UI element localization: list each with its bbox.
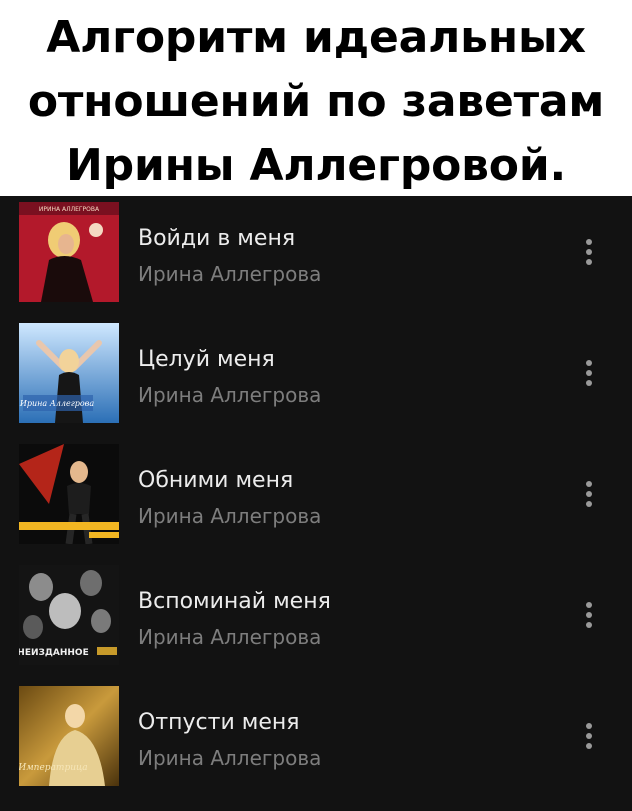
track-row-2[interactable]: Ирина Аллегрова Целуй меня Ирина Аллегро… bbox=[0, 317, 632, 433]
album-cover-4: НЕИЗДАННОЕ bbox=[19, 565, 119, 665]
track-title: Отпусти меня bbox=[138, 710, 300, 735]
more-vertical-icon[interactable] bbox=[578, 474, 600, 514]
track-title: Обними меня bbox=[138, 468, 294, 493]
album-cover-1: ИРИНА АЛЛЕГРОВА bbox=[19, 202, 119, 302]
track-title: Целуй меня bbox=[138, 347, 275, 372]
track-artist: Ирина Аллегрова bbox=[138, 625, 322, 649]
track-row-4[interactable]: НЕИЗДАННОЕ Вспоминай меня Ирина Аллегров… bbox=[0, 559, 632, 675]
more-vertical-icon[interactable] bbox=[578, 353, 600, 393]
meme-caption: Алгоритм идеальных отношений по заветам … bbox=[0, 0, 632, 196]
track-artist: Ирина Аллегрова bbox=[138, 746, 322, 770]
track-artist: Ирина Аллегрова bbox=[138, 262, 322, 286]
caption-line-2: отношений по заветам bbox=[27, 76, 605, 127]
track-list: ИРИНА АЛЛЕГРОВА Войди в меня Ирина Аллег… bbox=[0, 196, 632, 811]
track-row-3[interactable]: Обними меня Ирина Аллегрова bbox=[0, 438, 632, 554]
caption-line-3: Ирины Аллегровой. bbox=[66, 140, 566, 191]
album-cover-2-text: Ирина Аллегрова bbox=[19, 399, 94, 408]
album-cover-2: Ирина Аллегрова bbox=[19, 323, 119, 423]
album-cover-5-text: Императрица bbox=[19, 763, 88, 773]
track-title: Войди в меня bbox=[138, 226, 296, 251]
more-vertical-icon[interactable] bbox=[578, 232, 600, 272]
track-artist: Ирина Аллегрова bbox=[138, 383, 322, 407]
caption-line-1: Алгоритм идеальных bbox=[46, 12, 586, 63]
album-cover-3 bbox=[19, 444, 119, 544]
track-title: Вспоминай меня bbox=[138, 589, 331, 614]
album-cover-4-text: НЕИЗДАННОЕ bbox=[19, 648, 89, 658]
album-cover-5: Императрица bbox=[19, 686, 119, 786]
track-artist: Ирина Аллегрова bbox=[138, 504, 322, 528]
track-row-5[interactable]: Императрица Отпусти меня Ирина Аллегрова bbox=[0, 680, 632, 796]
more-vertical-icon[interactable] bbox=[578, 595, 600, 635]
more-vertical-icon[interactable] bbox=[578, 716, 600, 756]
album-cover-1-text: ИРИНА АЛЛЕГРОВА bbox=[39, 206, 100, 213]
track-row-1[interactable]: ИРИНА АЛЛЕГРОВА Войди в меня Ирина Аллег… bbox=[0, 196, 632, 312]
